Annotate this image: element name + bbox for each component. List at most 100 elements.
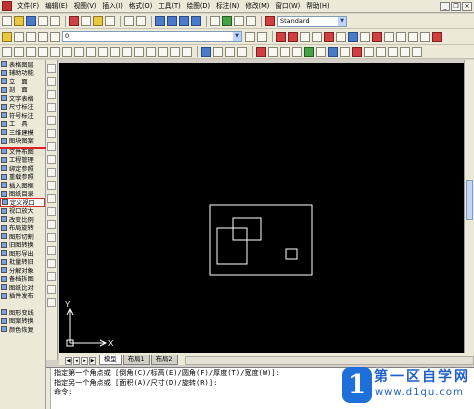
menu-window[interactable]: 窗口(W) <box>272 0 303 13</box>
side-menu-item[interactable]: 插入图框 <box>0 181 45 190</box>
copy-object-icon[interactable] <box>14 46 24 57</box>
snap-icon[interactable] <box>276 31 286 42</box>
table-icon[interactable] <box>364 46 374 57</box>
break-icon[interactable] <box>134 46 144 57</box>
side-menu-item[interactable]: 符号标注 <box>0 111 45 120</box>
restore-icon[interactable]: ❐ <box>451 1 461 11</box>
next-tab-icon[interactable]: ▸ <box>81 357 88 365</box>
chevron-down-icon[interactable]: ▼ <box>233 32 241 41</box>
line-icon[interactable] <box>47 64 56 73</box>
point-icon[interactable] <box>47 233 56 242</box>
region-icon[interactable] <box>412 46 422 57</box>
osnap-icon[interactable] <box>324 31 334 42</box>
side-menu-item[interactable]: 图形变线 <box>0 308 45 317</box>
explode-icon[interactable] <box>182 46 192 57</box>
tolerance-icon[interactable] <box>432 31 442 42</box>
side-menu-item[interactable]: 布局旋转 <box>0 224 45 232</box>
side-menu-item[interactable]: 辅助功能 <box>0 69 45 77</box>
insert-block-icon[interactable] <box>388 46 398 57</box>
side-menu-item[interactable]: 批量转旧 <box>0 258 45 266</box>
view-front-icon[interactable] <box>268 46 278 57</box>
dim-linear-icon[interactable] <box>384 31 394 42</box>
gradient-icon[interactable] <box>47 259 56 268</box>
menu-format[interactable]: 格式(O) <box>126 0 156 13</box>
dim-aligned-icon[interactable] <box>396 31 406 42</box>
table-icon[interactable] <box>47 285 56 294</box>
side-menu-item[interactable]: 图纸比对 <box>0 283 45 292</box>
side-menu-item[interactable]: 备档拆图 <box>0 275 45 283</box>
side-menu-item[interactable]: 工 具 <box>0 120 45 128</box>
block-icon[interactable] <box>376 46 386 57</box>
side-menu-item[interactable]: 插件发布 <box>0 292 45 300</box>
side-menu-item[interactable]: 尺寸标注 <box>0 103 45 111</box>
hatch-icon[interactable] <box>400 46 410 57</box>
layer-color-icon[interactable] <box>50 31 60 42</box>
close-icon[interactable]: × <box>462 1 472 11</box>
ortho-icon[interactable] <box>300 31 310 42</box>
command-window-grip[interactable] <box>46 368 51 409</box>
hatch-icon[interactable] <box>47 246 56 255</box>
open-file-icon[interactable] <box>14 16 24 26</box>
erase-icon[interactable] <box>2 46 12 57</box>
side-menu-item[interactable]: 图纸目录 <box>0 190 45 198</box>
array-icon[interactable] <box>50 46 60 57</box>
scale-icon[interactable] <box>86 46 96 57</box>
scrollbar-thumb[interactable] <box>466 180 473 220</box>
design-center-icon[interactable] <box>222 16 232 26</box>
rotate-icon[interactable] <box>74 46 84 57</box>
ellipse-arc-icon[interactable] <box>47 194 56 203</box>
side-menu-item-define-viewport[interactable]: 定义视口 <box>0 198 45 207</box>
text-icon[interactable] <box>352 46 362 57</box>
save-icon[interactable] <box>26 16 36 26</box>
menu-modify[interactable]: 修改(M) <box>242 0 272 13</box>
shade-icon[interactable] <box>316 46 326 57</box>
tool-palette-icon[interactable] <box>234 16 244 26</box>
fillet-icon[interactable] <box>170 46 180 57</box>
menu-dimension[interactable]: 标注(N) <box>213 0 242 13</box>
polyline-icon[interactable] <box>47 90 56 99</box>
side-menu-item[interactable]: 重载参照 <box>0 173 45 181</box>
polygon-icon[interactable] <box>47 103 56 112</box>
pan-icon[interactable] <box>155 16 165 26</box>
side-menu-item[interactable]: 图案转换 <box>0 317 45 325</box>
ucs-origin-icon[interactable] <box>225 46 235 57</box>
zoom-window-icon[interactable] <box>179 16 189 26</box>
cut-icon[interactable] <box>69 16 79 26</box>
construction-line-icon[interactable] <box>47 77 56 86</box>
side-menu-item[interactable]: 图块图案 <box>0 137 45 145</box>
revision-cloud-icon[interactable] <box>47 155 56 164</box>
region-icon[interactable] <box>47 272 56 281</box>
side-menu-item[interactable]: 旧图转换 <box>0 241 45 249</box>
side-menu-item[interactable]: 图形切割 <box>0 232 45 241</box>
insert-block-icon[interactable] <box>47 207 56 216</box>
print-icon[interactable] <box>38 16 48 26</box>
drawn-rectangle[interactable] <box>216 227 248 265</box>
properties-icon[interactable] <box>210 16 220 26</box>
extend-icon[interactable] <box>122 46 132 57</box>
view-iso-icon[interactable] <box>292 46 302 57</box>
dim-radius-icon[interactable] <box>408 31 418 42</box>
print-preview-icon[interactable] <box>50 16 60 26</box>
ellipse-icon[interactable] <box>47 181 56 190</box>
dim-style-icon[interactable] <box>372 31 382 42</box>
stretch-icon[interactable] <box>98 46 108 57</box>
make-layer-current-icon[interactable] <box>245 31 255 42</box>
make-block-icon[interactable] <box>47 220 56 229</box>
ucs-icon[interactable] <box>201 46 211 57</box>
layer-combo[interactable]: 0 ▼ <box>62 31 242 42</box>
vertical-scrollbar[interactable] <box>464 60 474 357</box>
side-menu-item[interactable]: 改变比例 <box>0 215 45 224</box>
mtext-icon[interactable] <box>47 298 56 307</box>
view-top-icon[interactable] <box>256 46 266 57</box>
copy-icon[interactable] <box>81 16 91 26</box>
layer-freeze-icon[interactable] <box>26 31 36 42</box>
ucs-3point-icon[interactable] <box>237 46 247 57</box>
mirror-icon[interactable] <box>26 46 36 57</box>
hide-icon[interactable] <box>340 46 350 57</box>
tab-model[interactable]: 模型 <box>99 355 122 365</box>
trim-icon[interactable] <box>110 46 120 57</box>
text-style-combo[interactable]: Standard ▼ <box>277 15 347 27</box>
view-left-icon[interactable] <box>280 46 290 57</box>
menu-draw[interactable]: 绘图(D) <box>184 0 213 13</box>
move-icon[interactable] <box>62 46 72 57</box>
